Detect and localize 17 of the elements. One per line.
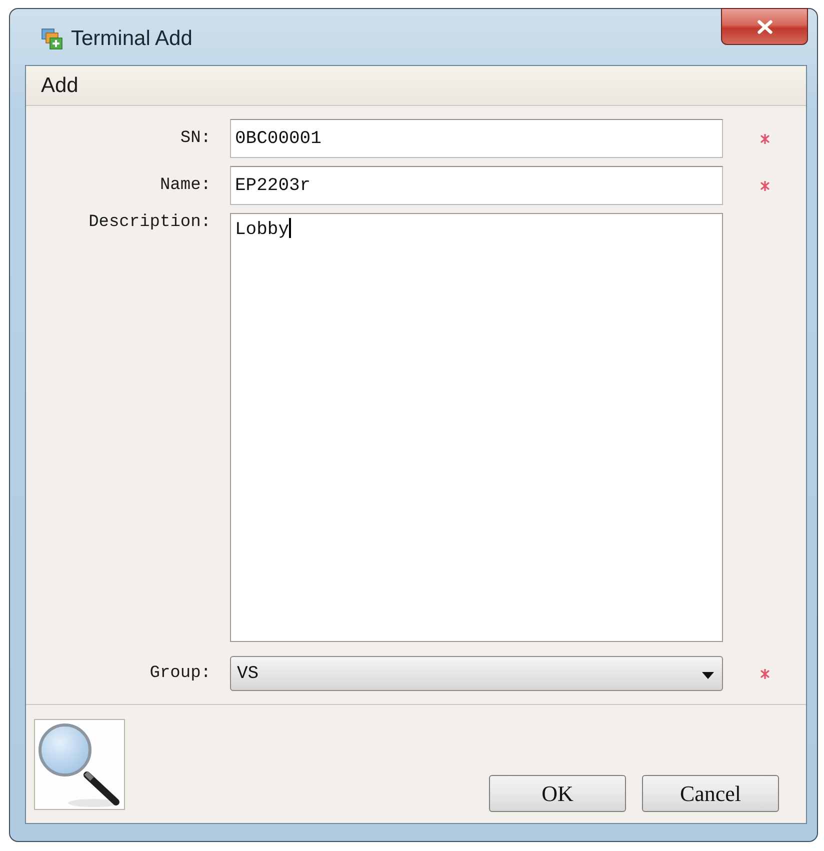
ok-button[interactable]: OK [489, 775, 626, 812]
field-label: Group: [150, 664, 211, 683]
window-title: Terminal Add [71, 26, 192, 50]
close-icon [756, 20, 772, 34]
text-field[interactable]: 0BC00001 [230, 119, 723, 158]
cancel-button[interactable]: Cancel [642, 775, 779, 812]
dropdown-field[interactable]: VS [230, 656, 723, 691]
close-button[interactable] [721, 8, 808, 45]
text-area-field[interactable]: Lobby [230, 213, 723, 642]
caret-icon [702, 672, 714, 678]
magnifier-icon [34, 719, 125, 810]
field-label: Description: [88, 213, 211, 232]
field-label: SN: [180, 129, 211, 148]
field-label: Name: [160, 176, 211, 195]
section-title: Add [41, 74, 78, 98]
text-field[interactable]: EP2203r [230, 166, 723, 205]
app-icon [41, 28, 63, 50]
